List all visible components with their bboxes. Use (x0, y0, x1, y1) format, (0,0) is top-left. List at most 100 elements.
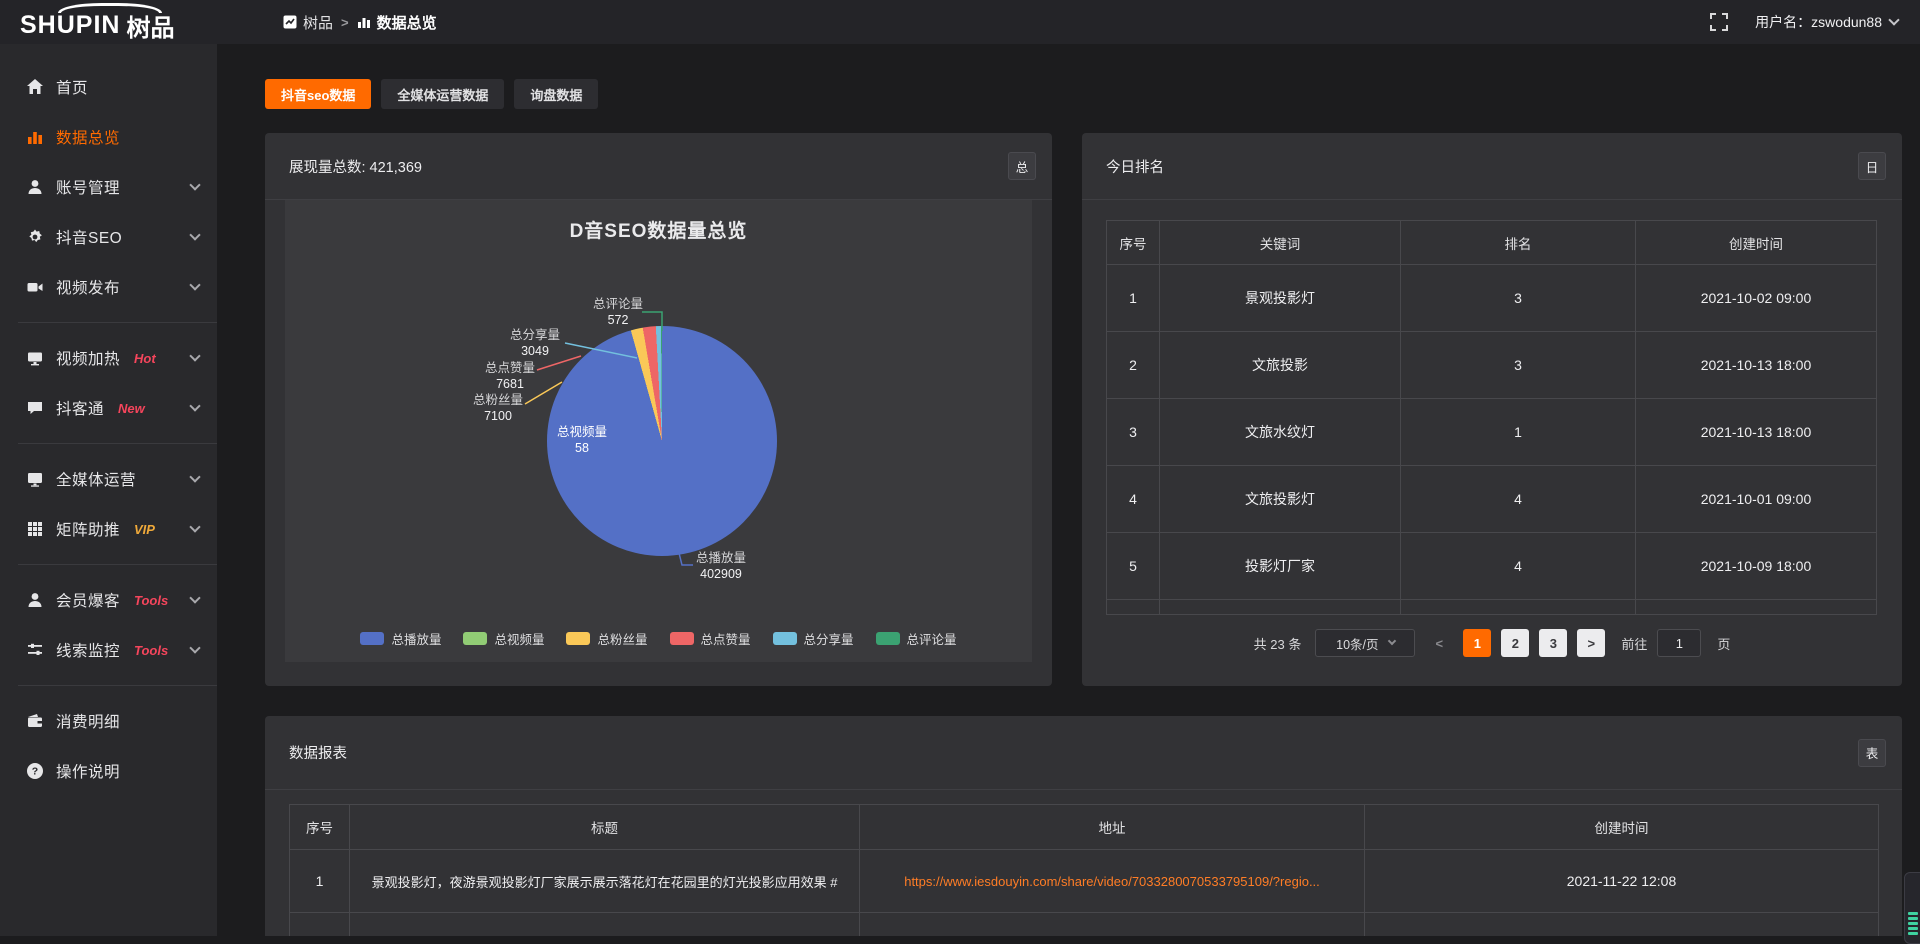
table-header-row: 序号关键词排名创建时间 (1107, 221, 1877, 265)
pie-label: 总分享量3049 (490, 327, 580, 359)
sidebar-item-data-overview[interactable]: 数据总览 (0, 112, 217, 162)
table-row-partial (1107, 600, 1877, 615)
sidebar: 首页数据总览账号管理抖音SEO视频发布视频加热Hot抖客通New 全媒体运营矩阵助… (0, 44, 217, 936)
sidebar-item-label: 消费明细 (56, 710, 120, 732)
page-button-1[interactable]: 1 (1463, 629, 1491, 657)
table-cell: 2021-10-13 18:00 (1636, 332, 1877, 399)
page-size-select[interactable]: 10条/页 (1315, 629, 1415, 657)
question-icon: ? (26, 762, 44, 780)
sidebar-item-video-heat[interactable]: 视频加热Hot (0, 333, 217, 383)
breadcrumb: 树品 > 数据总览 (283, 12, 437, 33)
pie-label: 总播放量402909 (676, 550, 766, 582)
legend-item-0[interactable]: 总播放量 (360, 629, 441, 648)
breadcrumb-item-home[interactable]: 树品 (283, 12, 333, 33)
table-cell: 文旅水纹灯 (1160, 399, 1401, 466)
page-size-value: 10条/页 (1336, 634, 1378, 653)
legend-item-5[interactable]: 总评论量 (876, 629, 957, 648)
sidebar-item-label: 账号管理 (56, 176, 120, 198)
sidebar-item-douyin-seo[interactable]: 抖音SEO (0, 212, 217, 262)
table-cell: 2021-10-01 09:00 (1636, 466, 1877, 533)
report-table: 序号标题地址创建时间1景观投影灯，夜游景观投影灯厂家展示展示落花灯在花园里的灯光… (289, 804, 1879, 936)
sidebar-item-media-operation[interactable]: 全媒体运营 (0, 454, 217, 504)
chart-panel-header: 展现量总数: 421,369 总 (265, 133, 1052, 200)
table-row: 5投影灯厂家42021-10-09 18:00 (1107, 533, 1877, 600)
report-table-button[interactable]: 表 (1858, 739, 1886, 767)
rank-table: 序号关键词排名创建时间1景观投影灯32021-10-02 09:002文旅投影3… (1106, 220, 1877, 615)
sidebar-divider (18, 322, 217, 323)
column-header: 序号 (290, 805, 350, 850)
chevron-down-icon (1387, 637, 1395, 645)
chevron-down-icon (189, 229, 200, 240)
page-unit-label: 页 (1717, 634, 1730, 653)
table-cell (1636, 600, 1877, 615)
grid-icon (26, 520, 44, 538)
sidebar-item-home[interactable]: 首页 (0, 62, 217, 112)
legend-item-3[interactable]: 总点赞量 (670, 629, 751, 648)
chart-total-button[interactable]: 总 (1008, 152, 1036, 180)
column-header: 创建时间 (1636, 221, 1877, 265)
legend-item-4[interactable]: 总分享量 (773, 629, 854, 648)
tab-inquiry-data[interactable]: 询盘数据 (514, 79, 598, 109)
sidebar-item-matrix-boost[interactable]: 矩阵助推VIP (0, 504, 217, 554)
sidebar-item-label: 首页 (56, 76, 88, 98)
goto-page-input[interactable] (1657, 629, 1701, 657)
sidebar-divider (18, 564, 217, 565)
legend-label: 总播放量 (391, 629, 441, 648)
app-logo: SHUPIN 树品 (0, 0, 217, 44)
sidebar-item-member-baoke[interactable]: 会员爆客Tools (0, 575, 217, 625)
report-panel-title: 数据报表 (289, 742, 347, 763)
prev-page-button[interactable]: < (1425, 629, 1453, 657)
sidebar-item-label: 会员爆客 (56, 589, 120, 611)
tab-douyin-seo-data[interactable]: 抖音seo数据 (265, 79, 371, 109)
legend-label: 总评论量 (907, 629, 957, 648)
video-url-cell: https://www.iesdouyin.com/share/video/70… (860, 850, 1365, 913)
gear-icon (26, 228, 44, 246)
sidebar-badge: Hot (134, 351, 156, 366)
report-panel: 数据报表 表 序号标题地址创建时间1景观投影灯，夜游景观投影灯厂家展示展示落花灯… (265, 716, 1902, 936)
table-cell: 投影灯厂家 (1160, 533, 1401, 600)
chat-icon (26, 399, 44, 417)
sidebar-item-leads-monitor[interactable]: 线索监控 Tools (0, 625, 217, 675)
rank-day-button[interactable]: 日 (1858, 152, 1886, 180)
breadcrumb-item-current[interactable]: 数据总览 (357, 12, 437, 33)
legend-swatch (773, 632, 797, 645)
table-cell: 3 (1401, 265, 1636, 332)
fullscreen-icon[interactable] (1709, 12, 1729, 32)
user-menu[interactable]: 用户名：zswodun88 (1755, 12, 1898, 32)
video-url-link[interactable]: https://www.iesdouyin.com/share/video/70… (904, 874, 1320, 889)
sliders-icon (26, 641, 44, 659)
legend-swatch (876, 632, 900, 645)
sidebar-item-douketong[interactable]: 抖客通New (0, 383, 217, 433)
sidebar-item-account-manage[interactable]: 账号管理 (0, 162, 217, 212)
table-cell: 1 (1401, 399, 1636, 466)
page-button-2[interactable]: 2 (1501, 629, 1529, 657)
column-header: 序号 (1107, 221, 1160, 265)
legend-item-1[interactable]: 总视频量 (463, 629, 544, 648)
sidebar-badge: VIP (134, 522, 155, 537)
legend-item-2[interactable]: 总粉丝量 (566, 629, 647, 648)
tab-media-operation-data[interactable]: 全媒体运营数据 (381, 79, 504, 109)
svg-text:?: ? (32, 766, 38, 778)
table-row: 3文旅水纹灯12021-10-13 18:00 (1107, 399, 1877, 466)
logo-text: SHUPIN (20, 13, 120, 38)
next-page-button[interactable]: > (1577, 629, 1605, 657)
user-icon (26, 591, 44, 609)
sidebar-item-video-publish[interactable]: 视频发布 (0, 262, 217, 312)
main-content: 抖音seo数据全媒体运营数据询盘数据 展现量总数: 421,369 总 D音SE… (217, 44, 1920, 936)
user-icon (26, 178, 44, 196)
sidebar-item-label: 数据总览 (56, 126, 120, 148)
sidebar-badge: Tools (134, 643, 168, 658)
sidebar-item-consume-detail[interactable]: 消费明细 (0, 696, 217, 746)
page-button-3[interactable]: 3 (1539, 629, 1567, 657)
floating-widget[interactable] (1904, 872, 1920, 944)
sidebar-item-label: 线索监控 (56, 639, 120, 661)
sidebar-item-label: 操作说明 (56, 760, 120, 782)
bar-chart-icon (357, 15, 371, 29)
chevron-down-icon (189, 471, 200, 482)
chevron-down-icon (1888, 14, 1899, 25)
wallet-icon (26, 712, 44, 730)
sidebar-item-help[interactable]: ? 操作说明 (0, 746, 217, 796)
rank-panel-header: 今日排名 日 (1082, 133, 1902, 200)
video-icon (26, 278, 44, 296)
sidebar-divider (18, 685, 217, 686)
